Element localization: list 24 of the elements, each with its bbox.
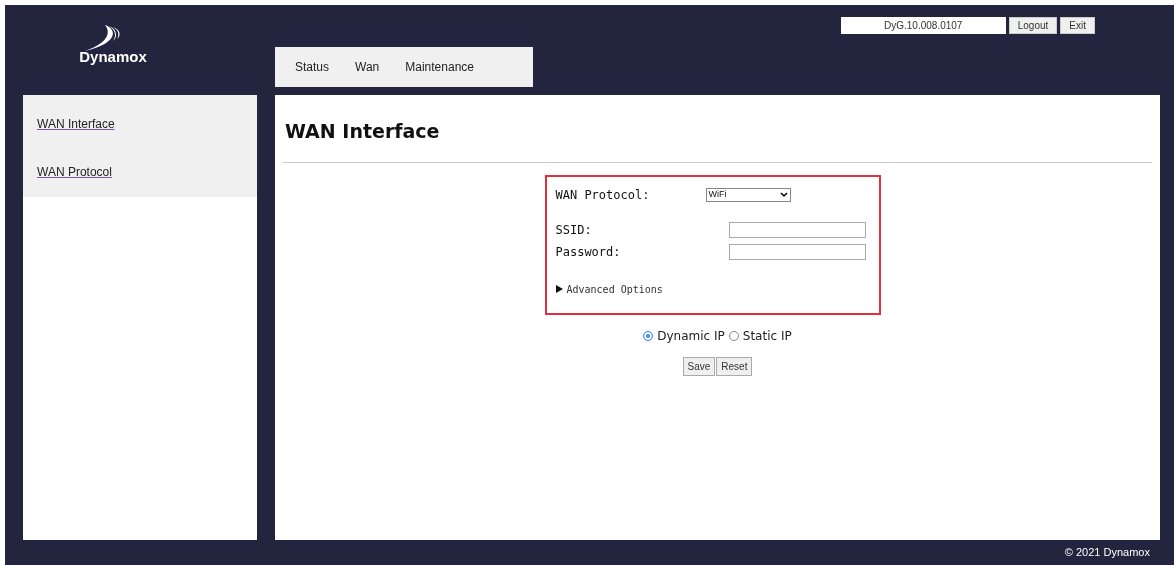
text-field[interactable] [728, 221, 866, 238]
field-label: WAN Protocol: [555, 186, 651, 204]
radio-option[interactable]: Static IP [728, 326, 792, 345]
protocol-select[interactable]: WiFi [705, 187, 791, 202]
page-title: WAN Interface [284, 119, 441, 144]
chevron-icon [779, 191, 788, 198]
form-button[interactable]: Reset [716, 356, 753, 376]
header-button[interactable]: Exit [1060, 17, 1095, 34]
logo-text: Dynamox [79, 49, 147, 64]
copyright-text: © 2021 Dynamox [1064, 545, 1150, 561]
sidebar-link[interactable]: WAN Protocol [37, 163, 112, 181]
nav-tab[interactable]: Status [283, 47, 342, 87]
version-field: DyG.10.008.0107 [840, 17, 1006, 34]
nav-tab[interactable]: Wan [343, 47, 392, 87]
form-button[interactable]: Save [682, 356, 716, 376]
field-label: Password: [555, 243, 621, 261]
text-field[interactable] [728, 243, 866, 260]
sidebar-link[interactable]: WAN Interface [37, 115, 115, 133]
advanced-options-toggle[interactable]: Advanced Options [555, 281, 663, 297]
triangle-icon [555, 285, 563, 293]
nav-tab[interactable]: Maintenance [393, 47, 486, 87]
radio-option[interactable]: Dynamic IP [643, 326, 725, 345]
header-button[interactable]: Logout [1008, 17, 1058, 34]
field-label: SSID: [555, 221, 592, 239]
